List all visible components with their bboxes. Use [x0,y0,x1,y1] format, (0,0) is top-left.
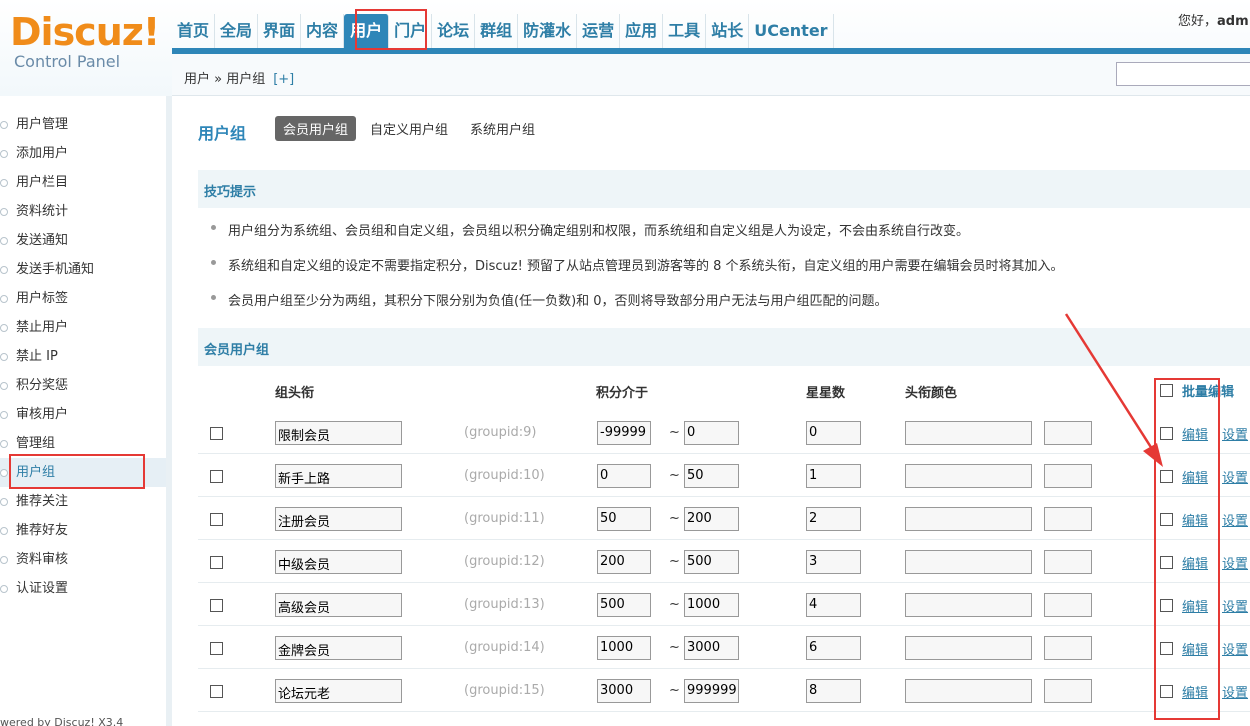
annotation-arrow [1064,313,1163,467]
